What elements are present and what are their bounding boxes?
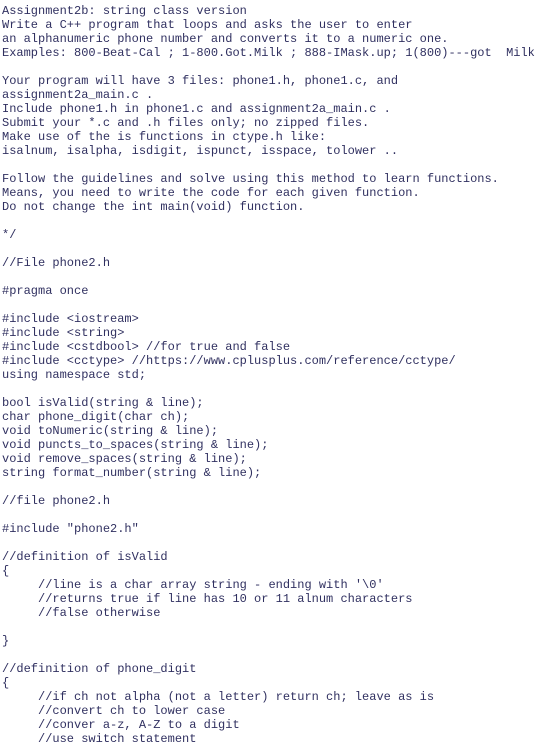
code-line: #include <cstdbool> //for true and false	[2, 340, 557, 354]
code-line	[2, 298, 557, 312]
code-line: string format_number(string & line);	[2, 466, 557, 480]
code-line: */	[2, 228, 557, 242]
code-line: //line is a char array string - ending w…	[2, 578, 557, 592]
code-line: Your program will have 3 files: phone1.h…	[2, 74, 557, 88]
code-line: using namespace std;	[2, 368, 557, 382]
code-line: Make use of the is functions in ctype.h …	[2, 130, 557, 144]
code-line: isalnum, isalpha, isdigit, ispunct, issp…	[2, 144, 557, 158]
code-line: #include <cctype> //https://www.cplusplu…	[2, 354, 557, 368]
code-line: //file phone2.h	[2, 494, 557, 508]
code-line	[2, 648, 557, 662]
code-line	[2, 508, 557, 522]
code-line: Submit your *.c and .h files only; no zi…	[2, 116, 557, 130]
code-line: //if ch not alpha (not a letter) return …	[2, 690, 557, 704]
code-line: an alphanumeric phone number and convert…	[2, 32, 557, 46]
code-line: }	[2, 634, 557, 648]
code-line	[2, 382, 557, 396]
code-line: Include phone1.h in phone1.c and assignm…	[2, 102, 557, 116]
code-line: //returns true if line has 10 or 11 alnu…	[2, 592, 557, 606]
code-line: Assignment2b: string class version	[2, 4, 557, 18]
code-line: #include "phone2.h"	[2, 522, 557, 536]
code-line: //definition of phone_digit	[2, 662, 557, 676]
code-line: Write a C++ program that loops and asks …	[2, 18, 557, 32]
code-line: //definition of isValid	[2, 550, 557, 564]
code-line: {	[2, 564, 557, 578]
code-line: #pragma once	[2, 284, 557, 298]
code-line: assignment2a_main.c .	[2, 88, 557, 102]
code-line: Follow the guidelines and solve using th…	[2, 172, 557, 186]
code-line: char phone_digit(char ch);	[2, 410, 557, 424]
code-line: void puncts_to_spaces(string & line);	[2, 438, 557, 452]
code-line: #include <string>	[2, 326, 557, 340]
code-line: Examples: 800-Beat-Cal ; 1-800.Got.Milk …	[2, 46, 557, 60]
code-line: //false otherwise	[2, 606, 557, 620]
code-line: void remove_spaces(string & line);	[2, 452, 557, 466]
code-line	[2, 270, 557, 284]
code-document: Assignment2b: string class versionWrite …	[0, 0, 559, 750]
code-line: //use switch statement	[2, 732, 557, 746]
code-line	[2, 480, 557, 494]
code-line: bool isValid(string & line);	[2, 396, 557, 410]
code-line	[2, 158, 557, 172]
code-line: Means, you need to write the code for ea…	[2, 186, 557, 200]
code-line: #include <iostream>	[2, 312, 557, 326]
code-line: Do not change the int main(void) functio…	[2, 200, 557, 214]
code-line	[2, 214, 557, 228]
code-line: {	[2, 676, 557, 690]
code-line: //convert ch to lower case	[2, 704, 557, 718]
code-line: //File phone2.h	[2, 256, 557, 270]
code-line: void toNumeric(string & line);	[2, 424, 557, 438]
code-line	[2, 536, 557, 550]
code-line	[2, 60, 557, 74]
code-line: //conver a-z, A-Z to a digit	[2, 718, 557, 732]
code-line	[2, 620, 557, 634]
code-line	[2, 242, 557, 256]
